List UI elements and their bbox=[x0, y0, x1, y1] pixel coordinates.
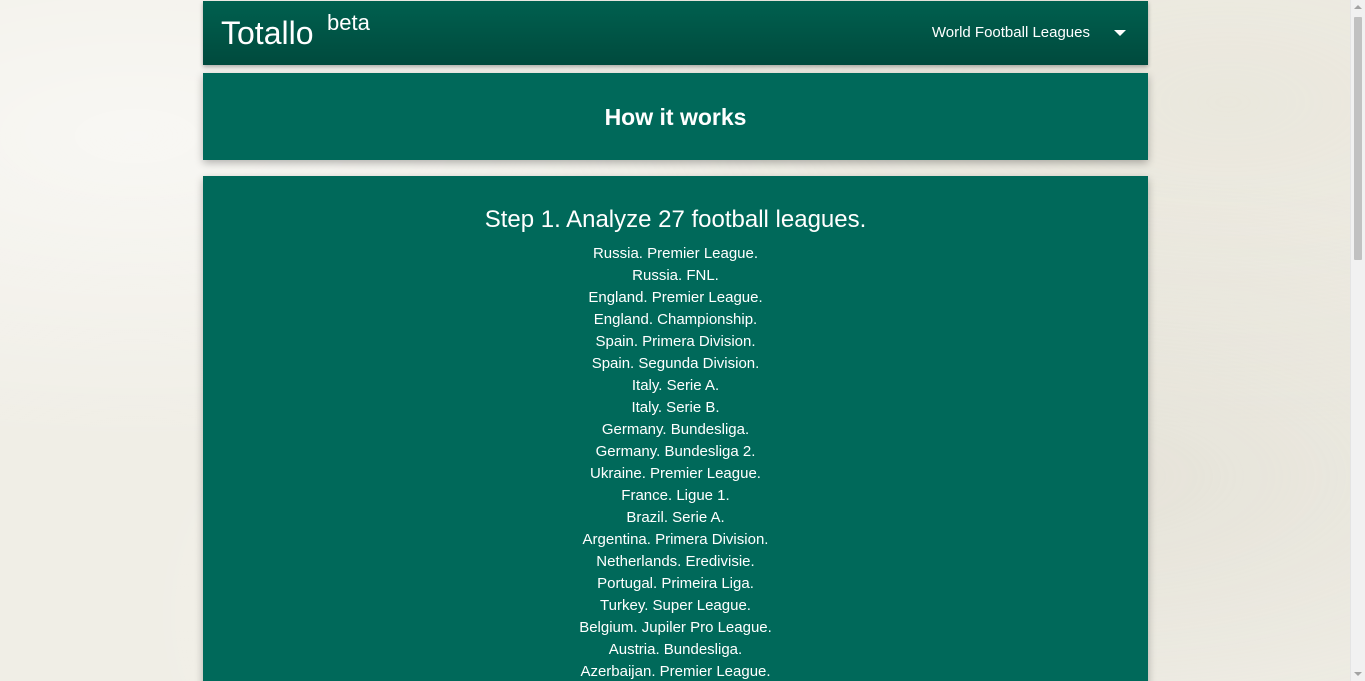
league-select-label: World Football Leagues bbox=[931, 24, 1090, 41]
scroll-up-arrow-icon[interactable] bbox=[1354, 5, 1362, 9]
vertical-scrollbar[interactable] bbox=[1350, 0, 1365, 681]
step1-card: Step 1. Analyze 27 football leagues. Rus… bbox=[203, 176, 1148, 681]
league-item: France. Ligue 1. bbox=[621, 487, 730, 504]
league-item: Ukraine. Premier League. bbox=[590, 465, 761, 482]
league-item: Italy. Serie B. bbox=[631, 399, 720, 416]
league-item: Spain. Primera Division. bbox=[595, 333, 756, 350]
league-list: Russia. Premier League. Russia. FNL. Eng… bbox=[203, 243, 1148, 681]
brand-logo[interactable]: Totallo bbox=[221, 13, 314, 53]
how-it-works-title: How it works bbox=[604, 104, 747, 130]
league-select-dropdown[interactable]: World Football Leagues bbox=[932, 21, 1126, 45]
step1-title: Step 1. Analyze 27 football leagues. bbox=[484, 206, 867, 233]
caret-down-icon[interactable] bbox=[1114, 30, 1126, 36]
league-item: Belgium. Jupiler Pro League. bbox=[579, 619, 772, 636]
league-item: Germany. Bundesliga 2. bbox=[595, 443, 756, 460]
league-item: Portugal. Primeira Liga. bbox=[597, 575, 754, 592]
league-item: Brazil. Serie A. bbox=[626, 509, 725, 526]
brand-beta-badge: beta bbox=[327, 10, 370, 35]
how-it-works-card: How it works bbox=[203, 73, 1148, 160]
league-item: Netherlands. Eredivisie. bbox=[596, 553, 755, 570]
league-item: England. Premier League. bbox=[588, 289, 763, 306]
league-item: Germany. Bundesliga. bbox=[601, 421, 750, 438]
league-item: Austria. Bundesliga. bbox=[608, 641, 743, 658]
league-item: England. Championship. bbox=[593, 311, 758, 328]
league-item: Azerbaijan. Premier League. bbox=[580, 663, 771, 680]
league-item: Turkey. Super League. bbox=[600, 597, 751, 614]
scrollbar-thumb[interactable] bbox=[1354, 17, 1362, 260]
league-item: Russia. FNL. bbox=[632, 267, 719, 284]
league-item: Russia. Premier League. bbox=[592, 245, 759, 262]
league-item: Spain. Segunda Division. bbox=[591, 355, 760, 372]
scroll-down-arrow-icon[interactable] bbox=[1354, 672, 1362, 676]
league-item: Argentina. Primera Division. bbox=[582, 531, 769, 548]
league-item: Italy. Serie A. bbox=[631, 377, 720, 394]
brand-name: Totallo bbox=[221, 15, 314, 51]
top-app-bar: Totallo beta World Football Leagues bbox=[203, 1, 1148, 65]
